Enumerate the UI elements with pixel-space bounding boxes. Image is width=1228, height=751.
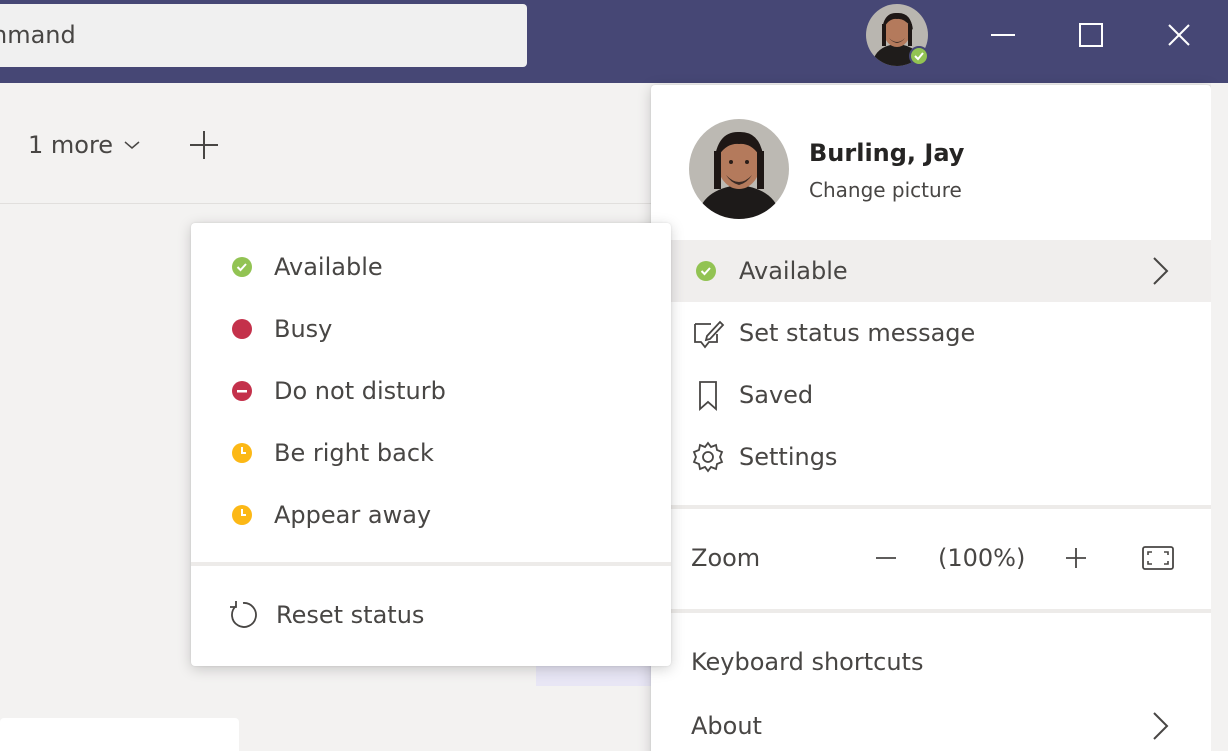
saved-label: Saved [739, 381, 814, 409]
status-label: Available [739, 257, 848, 285]
close-icon [1168, 24, 1190, 46]
status-option-label: Available [274, 253, 383, 281]
reset-status-label: Reset status [276, 601, 425, 629]
settings-label: Settings [739, 443, 838, 471]
title-bar-avatar[interactable] [866, 4, 930, 66]
chevron-right-icon [1153, 257, 1169, 285]
available-check-icon [232, 257, 252, 277]
status-option-available[interactable]: Available [191, 238, 671, 296]
add-tab-button[interactable] [186, 127, 222, 163]
set-status-message-item[interactable]: Set status message [671, 302, 1211, 364]
plus-icon [1066, 548, 1086, 568]
compose-box[interactable] [0, 718, 239, 751]
gear-icon [692, 441, 724, 473]
close-button[interactable] [1154, 10, 1204, 60]
status-submenu: Available Busy Do not disturb Be right b… [191, 223, 671, 666]
settings-item[interactable]: Settings [671, 426, 1211, 488]
title-bar: nmand [0, 0, 1228, 83]
status-option-label: Do not disturb [274, 377, 446, 405]
status-row[interactable]: Available [671, 240, 1211, 302]
reset-status-button[interactable]: Reset status [191, 586, 671, 644]
divider [191, 562, 671, 566]
profile-avatar[interactable] [689, 119, 789, 219]
plus-icon [190, 131, 218, 159]
maximize-button[interactable] [1066, 10, 1116, 60]
set-status-message-label: Set status message [739, 319, 976, 347]
minimize-icon [991, 34, 1015, 36]
divider [671, 609, 1211, 613]
clock-icon [232, 443, 252, 463]
status-option-label: Busy [274, 315, 333, 343]
more-tabs-label: 1 more [28, 131, 114, 159]
do-not-disturb-icon [232, 381, 252, 401]
zoom-label: Zoom [691, 544, 761, 572]
search-input[interactable]: nmand [0, 4, 527, 67]
clock-icon [232, 505, 252, 525]
zoom-value: (100%) [938, 544, 1026, 572]
chevron-down-icon [124, 141, 140, 149]
keyboard-shortcuts-item[interactable]: Keyboard shortcuts [691, 648, 923, 676]
edit-message-icon [694, 320, 725, 349]
chevron-right-icon [1153, 712, 1169, 740]
status-option-do-not-disturb[interactable]: Do not disturb [191, 362, 671, 420]
divider [671, 505, 1211, 509]
window-edge [1211, 83, 1228, 751]
saved-item[interactable]: Saved [671, 364, 1211, 426]
about-label: About [691, 712, 762, 740]
fullscreen-icon [1142, 546, 1174, 570]
reset-icon [230, 601, 257, 628]
status-option-be-right-back[interactable]: Be right back [191, 424, 671, 482]
minus-icon [876, 557, 896, 559]
status-option-appear-away[interactable]: Appear away [191, 486, 671, 544]
change-picture-link[interactable]: Change picture [809, 178, 962, 202]
busy-dot-icon [232, 319, 252, 339]
status-option-busy[interactable]: Busy [191, 300, 671, 358]
zoom-in-button[interactable] [1061, 543, 1091, 573]
available-check-icon [696, 261, 716, 281]
zoom-out-button[interactable] [871, 543, 901, 573]
presence-available-icon [909, 46, 929, 66]
about-item[interactable]: About [671, 695, 1211, 751]
maximize-icon [1079, 23, 1103, 47]
minimize-button[interactable] [978, 10, 1028, 60]
more-tabs-button[interactable]: 1 more [28, 131, 141, 159]
profile-name: Burling, Jay [809, 139, 965, 167]
bookmark-icon [699, 381, 717, 411]
profile-menu: Burling, Jay Change picture Available Se… [651, 85, 1211, 751]
status-option-label: Be right back [274, 439, 434, 467]
status-option-label: Appear away [274, 501, 432, 529]
fullscreen-button[interactable] [1141, 543, 1175, 573]
